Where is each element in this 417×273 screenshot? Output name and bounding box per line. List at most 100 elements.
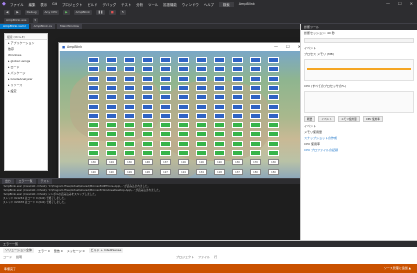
map-cell[interactable] — [106, 103, 117, 110]
map-cell[interactable] — [250, 140, 261, 147]
config-dropdown[interactable]: Debug — [24, 9, 39, 15]
map-cell[interactable] — [232, 57, 243, 63]
window-maximize-icon[interactable]: ☐ — [286, 44, 290, 49]
map-cell[interactable] — [124, 140, 135, 147]
map-cell[interactable] — [142, 150, 153, 156]
map-cell[interactable] — [88, 84, 99, 91]
menu-tools[interactable]: ツール — [148, 2, 158, 7]
map-cell[interactable] — [160, 131, 171, 138]
map-cell[interactable] — [196, 131, 207, 138]
map-cell[interactable] — [106, 75, 117, 82]
map-cell[interactable] — [178, 84, 189, 91]
map-cell[interactable]: 109 — [124, 168, 135, 175]
map-cell[interactable]: 116 — [196, 159, 207, 166]
build-dropdown[interactable]: ビルド + IntelliSense — [88, 248, 124, 253]
map-cell[interactable] — [232, 140, 243, 147]
map-cell[interactable] — [268, 94, 279, 101]
map-cell[interactable] — [160, 122, 171, 129]
map-cell[interactable] — [196, 150, 207, 156]
map-cell[interactable] — [106, 112, 117, 119]
map-cell[interactable] — [196, 103, 207, 110]
map-cell[interactable] — [250, 112, 261, 119]
tab-summary[interactable]: 概要 — [304, 116, 316, 122]
map-cell[interactable]: 104 — [106, 159, 117, 166]
map-cell[interactable]: 118 — [214, 168, 225, 175]
tab-cpu[interactable]: CPU 使用率 — [362, 116, 383, 122]
warnings-filter[interactable]: 警告 0 — [54, 249, 63, 253]
map-cell[interactable] — [88, 57, 99, 63]
tab-events[interactable]: イベント — [318, 116, 335, 122]
col-description[interactable]: 説明 — [16, 255, 22, 259]
map-cell[interactable]: 130 — [124, 159, 135, 166]
map-cell[interactable] — [160, 140, 171, 147]
window-minimize-icon[interactable]: — — [274, 44, 278, 49]
map-cell[interactable] — [214, 112, 225, 119]
process-dropdown[interactable]: AmpBlink.exe — [4, 17, 29, 23]
map-cell[interactable] — [196, 57, 207, 63]
back-icon[interactable]: ◀ — [4, 9, 11, 15]
menu-extensions[interactable]: 拡張機能 — [163, 2, 177, 7]
map-cell[interactable] — [178, 66, 189, 73]
map-cell[interactable] — [106, 66, 117, 73]
tab-error-list[interactable]: エラー一覧 — [15, 179, 36, 184]
map-cell[interactable] — [124, 103, 135, 110]
map-cell[interactable] — [106, 57, 117, 63]
forward-icon[interactable]: ▶ — [14, 9, 21, 15]
tab-xaml[interactable]: AmpBlink.xaml — [0, 24, 29, 29]
col-file[interactable]: ファイル — [198, 255, 210, 259]
menu-build[interactable]: ビルド — [87, 2, 97, 7]
map-cell[interactable] — [106, 94, 117, 101]
map-cell[interactable] — [214, 140, 225, 147]
map-cell[interactable] — [196, 112, 207, 119]
map-cell[interactable] — [124, 122, 135, 129]
platform-dropdown[interactable]: Any CPU — [42, 9, 60, 15]
map-cell[interactable] — [232, 94, 243, 101]
minimize-icon[interactable]: — — [386, 1, 390, 6]
cpu-profile-link[interactable]: CPU プロファイルの記録 — [301, 147, 417, 153]
map-cell[interactable]: 130 — [88, 159, 99, 166]
map-cell[interactable] — [88, 66, 99, 73]
map-cell[interactable]: 134 — [196, 168, 207, 175]
map-cell[interactable] — [214, 66, 225, 73]
map-cell[interactable] — [124, 94, 135, 101]
map-cell[interactable] — [88, 131, 99, 138]
map-cell[interactable]: 148 — [142, 159, 153, 166]
menu-file[interactable]: ファイル — [10, 2, 24, 7]
map-cell[interactable] — [232, 112, 243, 119]
map-cell[interactable] — [250, 57, 261, 63]
map-cell[interactable] — [250, 94, 261, 101]
col-project[interactable]: プロジェクト — [176, 255, 194, 259]
project-label[interactable]: AmpBlink — [73, 9, 92, 15]
tab-output[interactable]: 出力 — [2, 179, 14, 184]
menu-window[interactable]: ウィンドウ — [182, 2, 199, 7]
col-line[interactable]: 行 — [214, 255, 217, 259]
errors-filter[interactable]: エラー 0 — [38, 249, 50, 253]
map-cell[interactable] — [88, 103, 99, 110]
close-icon[interactable]: ✕ — [410, 1, 413, 6]
map-cell[interactable] — [196, 75, 207, 82]
map-cell[interactable] — [268, 122, 279, 129]
maximize-icon[interactable]: ☐ — [398, 1, 402, 6]
map-cell[interactable] — [232, 122, 243, 129]
map-cell[interactable] — [178, 131, 189, 138]
map-cell[interactable] — [124, 112, 135, 119]
restart-icon[interactable]: ↻ — [119, 9, 127, 15]
map-cell[interactable] — [214, 131, 225, 138]
map-cell[interactable] — [178, 140, 189, 147]
map-cell[interactable] — [232, 75, 243, 82]
map-cell[interactable] — [196, 140, 207, 147]
map-cell[interactable] — [88, 75, 99, 82]
scope-dropdown[interactable]: ソリューション全体 — [3, 248, 34, 253]
map-cell[interactable] — [232, 150, 243, 156]
menu-project[interactable]: プロジェクト — [62, 2, 82, 7]
map-cell[interactable] — [196, 84, 207, 91]
map-cell[interactable] — [178, 57, 189, 63]
map-cell[interactable]: 120 — [214, 159, 225, 166]
map-cell[interactable] — [160, 103, 171, 110]
map-cell[interactable]: 120 — [106, 168, 117, 175]
map-cell[interactable]: 137 — [160, 159, 171, 166]
map-cell[interactable] — [214, 103, 225, 110]
map-cell[interactable]: 150 — [268, 168, 279, 175]
menu-view[interactable]: 表示 — [40, 2, 47, 7]
map-cell[interactable] — [178, 94, 189, 101]
